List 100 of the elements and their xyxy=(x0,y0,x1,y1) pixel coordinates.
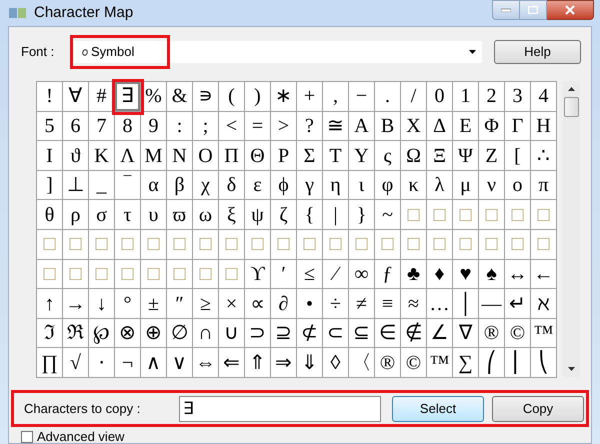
character-cell[interactable]: ∨ xyxy=(167,348,193,378)
character-cell[interactable]: ⋅ xyxy=(89,348,115,378)
character-cell[interactable]: 5 xyxy=(37,112,63,142)
character-cell[interactable]: Γ xyxy=(505,112,531,142)
character-cell[interactable]: ρ xyxy=(63,200,89,230)
character-cell[interactable]: ♦ xyxy=(427,260,453,290)
character-cell[interactable]: ↑ xyxy=(37,289,63,319)
character-cell[interactable]: ω xyxy=(193,200,219,230)
character-cell[interactable]: χ xyxy=(193,170,219,200)
character-cell[interactable]: + xyxy=(297,82,323,112)
minimize-button[interactable] xyxy=(492,0,520,20)
character-cell[interactable]: ℜ xyxy=(63,318,89,348)
character-cell[interactable]: Υ xyxy=(349,141,375,171)
character-cell[interactable]: ς xyxy=(375,141,401,171)
character-cell[interactable]: → xyxy=(63,289,89,319)
character-cell[interactable]: Α xyxy=(349,112,375,142)
character-cell[interactable]: ′ xyxy=(271,260,297,290)
character-cell[interactable]: ∗ xyxy=(271,82,297,112)
character-cell[interactable]: < xyxy=(219,112,245,142)
character-cell[interactable]: ⊗ xyxy=(115,318,141,348)
character-cell[interactable]: ƒ xyxy=(375,260,401,290)
character-cell[interactable]: _ xyxy=(89,170,115,200)
character-cell[interactable]: φ xyxy=(375,170,401,200)
character-cell[interactable]: ⎜ xyxy=(505,348,531,378)
character-cell[interactable]: ∑ xyxy=(453,348,479,378)
character-cell[interactable]: 6 xyxy=(63,112,89,142)
character-cell[interactable]: ∞ xyxy=(349,260,375,290)
character-cell[interactable]: ϖ xyxy=(167,200,193,230)
character-cell[interactable]: ⎝ xyxy=(531,348,557,378)
character-cell[interactable]: ι xyxy=(349,170,375,200)
character-cell[interactable]: Η xyxy=(531,112,557,142)
character-cell[interactable]: δ xyxy=(219,170,245,200)
character-cell[interactable]: . xyxy=(375,82,401,112)
font-dropdown[interactable]: Symbol xyxy=(74,41,482,64)
character-cell[interactable]: ∪ xyxy=(219,318,245,348)
character-cell[interactable]: Κ xyxy=(89,141,115,171)
character-cell[interactable]: ± xyxy=(141,289,167,319)
character-cell[interactable]: 9 xyxy=(141,112,167,142)
character-cell[interactable]: ζ xyxy=(271,200,297,230)
character-cell[interactable]: ∉ xyxy=(401,318,427,348)
character-cell[interactable]: ∩ xyxy=(193,318,219,348)
character-cell[interactable]: } xyxy=(349,200,375,230)
character-cell[interactable]: β xyxy=(167,170,193,200)
character-cell[interactable]: ∃ xyxy=(115,82,141,112)
character-cell[interactable]: { xyxy=(297,200,323,230)
character-cell[interactable]: ∧ xyxy=(141,348,167,378)
character-cell[interactable]: ϕ xyxy=(271,170,297,200)
character-cell[interactable]: ⊕ xyxy=(141,318,167,348)
character-cell[interactable]: ∈ xyxy=(375,318,401,348)
character-cell[interactable]: ⊇ xyxy=(271,318,297,348)
character-cell[interactable]: ∏ xyxy=(37,348,63,378)
character-cell[interactable]: 7 xyxy=(89,112,115,142)
character-cell[interactable]: × xyxy=(219,289,245,319)
character-cell[interactable]: τ xyxy=(115,200,141,230)
character-cell[interactable]: ≅ xyxy=(323,112,349,142)
character-cell[interactable]: ♥ xyxy=(453,260,479,290)
character-cell[interactable]: Λ xyxy=(115,141,141,171)
character-cell[interactable]: [ xyxy=(505,141,531,171)
character-cell[interactable]: − xyxy=(349,82,375,112)
character-cell[interactable]: Χ xyxy=(401,112,427,142)
character-cell[interactable]: ♠ xyxy=(479,260,505,290)
character-cell[interactable]: ≠ xyxy=(349,289,375,319)
character-cell[interactable]: κ xyxy=(401,170,427,200)
character-cell[interactable]: ⇒ xyxy=(271,348,297,378)
character-cell[interactable]: ⇑ xyxy=(245,348,271,378)
character-cell[interactable]: ∠ xyxy=(427,318,453,348)
character-cell[interactable]: υ xyxy=(141,200,167,230)
character-cell[interactable]: ∅ xyxy=(167,318,193,348)
character-cell[interactable]: Ρ xyxy=(271,141,297,171)
character-cell[interactable]: η xyxy=(323,170,349,200)
character-cell[interactable]: Ψ xyxy=(453,141,479,171)
character-cell[interactable]: 1 xyxy=(453,82,479,112)
character-cell[interactable]: & xyxy=(167,82,193,112)
character-cell[interactable]: ⊥ xyxy=(63,170,89,200)
character-cell[interactable]: ∴ xyxy=(531,141,557,171)
character-cell[interactable]: ⇓ xyxy=(297,348,323,378)
character-cell[interactable]: | xyxy=(323,200,349,230)
character-cell[interactable]: ν xyxy=(479,170,505,200)
help-button[interactable]: Help xyxy=(494,40,581,64)
character-cell[interactable]: ? xyxy=(297,112,323,142)
character-cell[interactable]: ° xyxy=(115,289,141,319)
character-cell[interactable]: ! xyxy=(37,82,63,112)
character-cell[interactable]: ♣ xyxy=(401,260,427,290)
character-cell[interactable]: = xyxy=(245,112,271,142)
character-cell[interactable]: Ο xyxy=(193,141,219,171)
character-cell[interactable]: 0 xyxy=(427,82,453,112)
character-cell[interactable]: ~ xyxy=(375,200,401,230)
character-cell[interactable]: ϑ xyxy=(63,141,89,171)
character-cell[interactable]: ∇ xyxy=(453,318,479,348)
checkbox[interactable] xyxy=(21,431,33,443)
character-cell[interactable]: ◊ xyxy=(323,348,349,378)
character-cell[interactable]: ® xyxy=(375,348,401,378)
character-cell[interactable]: 3 xyxy=(505,82,531,112)
character-cell[interactable]: ® xyxy=(479,318,505,348)
character-cell[interactable]: Μ xyxy=(141,141,167,171)
character-cell[interactable]: Θ xyxy=(245,141,271,171)
character-cell[interactable]: Π xyxy=(219,141,245,171)
character-cell[interactable]: Ι xyxy=(37,141,63,171)
copy-field[interactable]: ∃ xyxy=(179,396,381,422)
character-cell[interactable]: ℘ xyxy=(89,318,115,348)
